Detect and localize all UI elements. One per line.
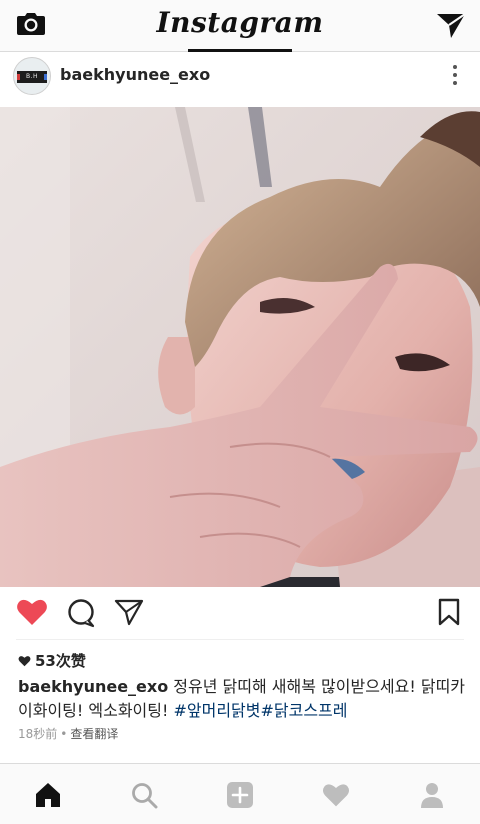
post-photo[interactable] [0, 107, 480, 587]
add-icon[interactable] [226, 781, 254, 809]
caption-username[interactable]: baekhyunee_exo [18, 677, 168, 696]
avatar-label: B.H [17, 71, 47, 83]
share-icon[interactable] [114, 598, 144, 626]
post-header: B.H baekhyunee_exo [0, 53, 480, 107]
caption-hashtags[interactable]: #앞머리닭볏#닭코스프레 [173, 701, 347, 720]
direct-message-icon[interactable] [436, 11, 466, 39]
divider [16, 639, 464, 640]
post-username[interactable]: baekhyunee_exo [60, 65, 210, 84]
more-vertical-icon[interactable] [452, 65, 458, 87]
likes-count[interactable]: 53次赞 [18, 650, 86, 671]
home-icon[interactable] [34, 781, 62, 809]
translate-link[interactable]: 查看翻译 [70, 727, 118, 741]
top-bar: Instagram [0, 0, 480, 52]
post-meta: 18秒前 • 查看翻译 [18, 725, 118, 742]
bottom-nav [0, 763, 480, 824]
bookmark-icon[interactable] [438, 598, 460, 626]
app-logo: Instagram [156, 6, 324, 39]
post-time: 18秒前 [18, 727, 58, 741]
activity-heart-icon[interactable] [322, 781, 350, 809]
profile-icon[interactable] [418, 781, 446, 809]
post-caption: baekhyunee_exo 정유년 닭띠해 새해복 많이받으세요! 닭띠카이화… [18, 675, 468, 723]
avatar[interactable]: B.H [13, 57, 51, 95]
like-heart-icon[interactable] [16, 597, 48, 627]
comment-icon[interactable] [66, 598, 96, 628]
post-actions [0, 587, 480, 639]
selfie-photo [0, 107, 480, 587]
meta-separator: • [60, 727, 68, 741]
likes-label: 53次赞 [35, 652, 86, 670]
search-icon[interactable] [130, 781, 158, 809]
small-heart-icon [18, 656, 31, 667]
logo-underline [188, 49, 292, 52]
